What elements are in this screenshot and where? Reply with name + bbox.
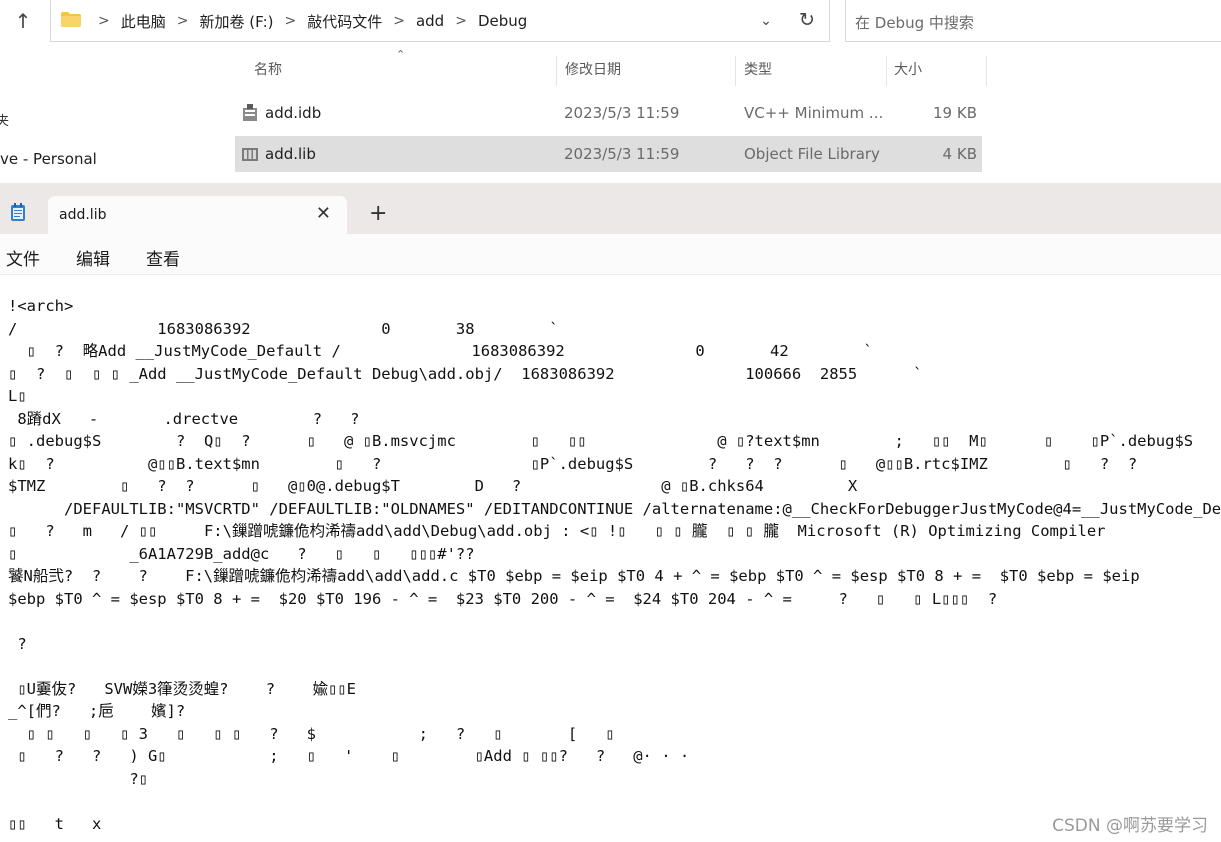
file-icon [243, 104, 257, 121]
breadcrumb-item[interactable]: 新加卷 (F:) [199, 11, 273, 32]
file-date: 2023/5/3 11:59 [564, 104, 680, 122]
close-icon[interactable]: ✕ [316, 203, 331, 224]
breadcrumb-item[interactable]: Debug [478, 12, 527, 30]
editor-line: ▯ ? ▯ ▯ ▯ _Add __JustMyCode_Default Debu… [8, 364, 923, 383]
editor-line: !<arch> [8, 297, 74, 315]
file-type: VC++ Minimum ... [744, 104, 884, 122]
column-separator[interactable] [735, 56, 736, 86]
up-arrow-icon[interactable]: ↑ [10, 8, 36, 34]
nav-item-onedrive[interactable]: ve - Personal [0, 150, 97, 168]
column-header-type[interactable]: 类型 [744, 52, 772, 88]
editor-line: $ebp $T0 ^ = $esp $T0 8 + = $20 $T0 196 … [8, 589, 998, 608]
watermark: CSDN @啊苏要学习 [1052, 816, 1208, 836]
column-separator[interactable] [886, 56, 887, 86]
editor-line: /DEFAULTLIB:"MSVCRTD" /DEFAULTLIB:"OLDNA… [8, 499, 1221, 518]
file-row[interactable]: add.idb 2023/5/3 11:59 VC++ Minimum ... … [235, 95, 982, 131]
menu-item-view[interactable]: 查看 [146, 245, 180, 270]
refresh-icon[interactable]: ↻ [795, 8, 819, 32]
file-size: 4 KB [942, 145, 977, 163]
nav-item-label: 夹 [0, 114, 10, 129]
tab-add-lib[interactable]: add.lib ✕ [48, 196, 347, 234]
title-bar[interactable]: add.lib ✕ + [0, 183, 1221, 234]
notepad-window: add.lib ✕ + 文件 编辑 查看 !<arch> / 1683086392… [0, 183, 1221, 842]
file-name: add.lib [265, 145, 316, 163]
file-size: 19 KB [933, 104, 977, 122]
editor-line: 饕N船弐? ? ? F:\鏁蹭唬鐮佹枃浠禱add\add\add.c $T0 $… [8, 567, 1140, 585]
menu-item-edit[interactable]: 编辑 [76, 245, 110, 270]
editor-line: ▯ ? 略Add __JustMyCode_Default / 16830863… [8, 342, 873, 360]
breadcrumb: > 此电脑 > 新加卷 (F:) > 敲代码文件 > add > Debug [87, 0, 527, 42]
menu-bar: 文件 编辑 查看 [0, 234, 1221, 275]
breadcrumb-item[interactable]: add [416, 12, 444, 30]
breadcrumb-separator: > [98, 13, 110, 29]
column-header-date[interactable]: 修改日期 [565, 52, 621, 88]
chevron-down-icon[interactable]: ⌄ [755, 10, 777, 32]
breadcrumb-item[interactable]: 敲代码文件 [307, 11, 382, 32]
breadcrumb-separator: > [393, 13, 405, 29]
breadcrumb-separator: > [455, 13, 467, 29]
editor-line: ▯▯ t x [8, 814, 102, 833]
file-icon [242, 148, 258, 161]
address-bar[interactable]: > 此电脑 > 新加卷 (F:) > 敲代码文件 > add > Debug ⌄… [50, 0, 830, 42]
add-tab-icon[interactable]: + [369, 202, 387, 226]
file-row-selected[interactable]: add.lib 2023/5/3 11:59 Object File Libra… [235, 136, 982, 172]
notepad-icon [11, 203, 25, 221]
column-header-size[interactable]: 大小 [894, 52, 922, 88]
search-input[interactable]: 在 Debug 中搜索 [845, 0, 1221, 42]
editor-line: 8蹐dX - .drectve ? ? [8, 409, 360, 428]
breadcrumb-separator: > [284, 13, 297, 29]
text-editor[interactable]: !<arch> / 1683086392 0 38 ` ▯ ? 略Add __Ju… [8, 295, 1221, 835]
editor-line: ▯U嫑伖? SVW嬫3箻烫烫蝗? ? 婾▯▯E [8, 679, 356, 698]
editor-line: ▯ ? ? ) G▯ ; ▯ ' ▯ ▯Add ▯ ▯▯? ? @· · · [8, 747, 690, 765]
editor-line: _^[們? ;巵 嬪]? [8, 702, 186, 720]
editor-line: $TMZ ▯ ? ? ▯ @▯0@.debug$T D ? @ ▯B.chks6… [8, 477, 858, 495]
file-explorer-window: ↑ > 此电脑 > 新加卷 (F:) > 敲代码文件 > add > Debug… [0, 0, 1221, 199]
breadcrumb-separator: > [176, 13, 189, 29]
file-type: Object File Library [744, 145, 880, 163]
file-name: add.idb [265, 104, 322, 122]
tab-title: add.lib [59, 207, 107, 223]
column-header-name[interactable]: 名称 [254, 52, 282, 88]
editor-line: L▯ [8, 387, 27, 405]
editor-line: ?▯ [8, 769, 148, 788]
sort-ascending-icon: ⌃ [396, 48, 406, 61]
editor-line: ▯ .debug$S ? Q▯ ? ▯ @ ▯B.msvcjmc ▯ ▯▯ @ … [8, 432, 1194, 450]
editor-line: ? [8, 634, 27, 653]
editor-line: ▯ _6A1A729B_add@c ? ▯ ▯ ▯▯▯#'?? [8, 544, 475, 563]
editor-line: k▯ ? @▯▯B.text$mn ▯ ? ▯P`.debug$S ? ? ? … [8, 454, 1138, 473]
navigation-pane: 夹 ve - Personal [0, 44, 215, 199]
search-placeholder: 在 Debug 中搜索 [855, 14, 974, 32]
file-date: 2023/5/3 11:59 [564, 145, 680, 163]
editor-line: ▯ ? m / ▯▯ F:\鏁蹭唬鐮佹枃浠禱add\add\Debug\add.… [8, 522, 1106, 540]
column-separator[interactable] [556, 56, 557, 86]
editor-line: ▯ ▯ ▯ ▯ 3 ▯ ▯ ▯ ? $ ; ? ▯ [ ▯ [8, 724, 615, 743]
column-separator[interactable] [986, 56, 987, 86]
column-headers: ⌃ 名称 修改日期 类型 大小 [236, 48, 996, 88]
menu-item-file[interactable]: 文件 [6, 245, 40, 270]
folder-icon [61, 12, 81, 27]
editor-line: / 1683086392 0 38 ` [8, 319, 559, 338]
breadcrumb-item[interactable]: 此电脑 [121, 11, 166, 32]
